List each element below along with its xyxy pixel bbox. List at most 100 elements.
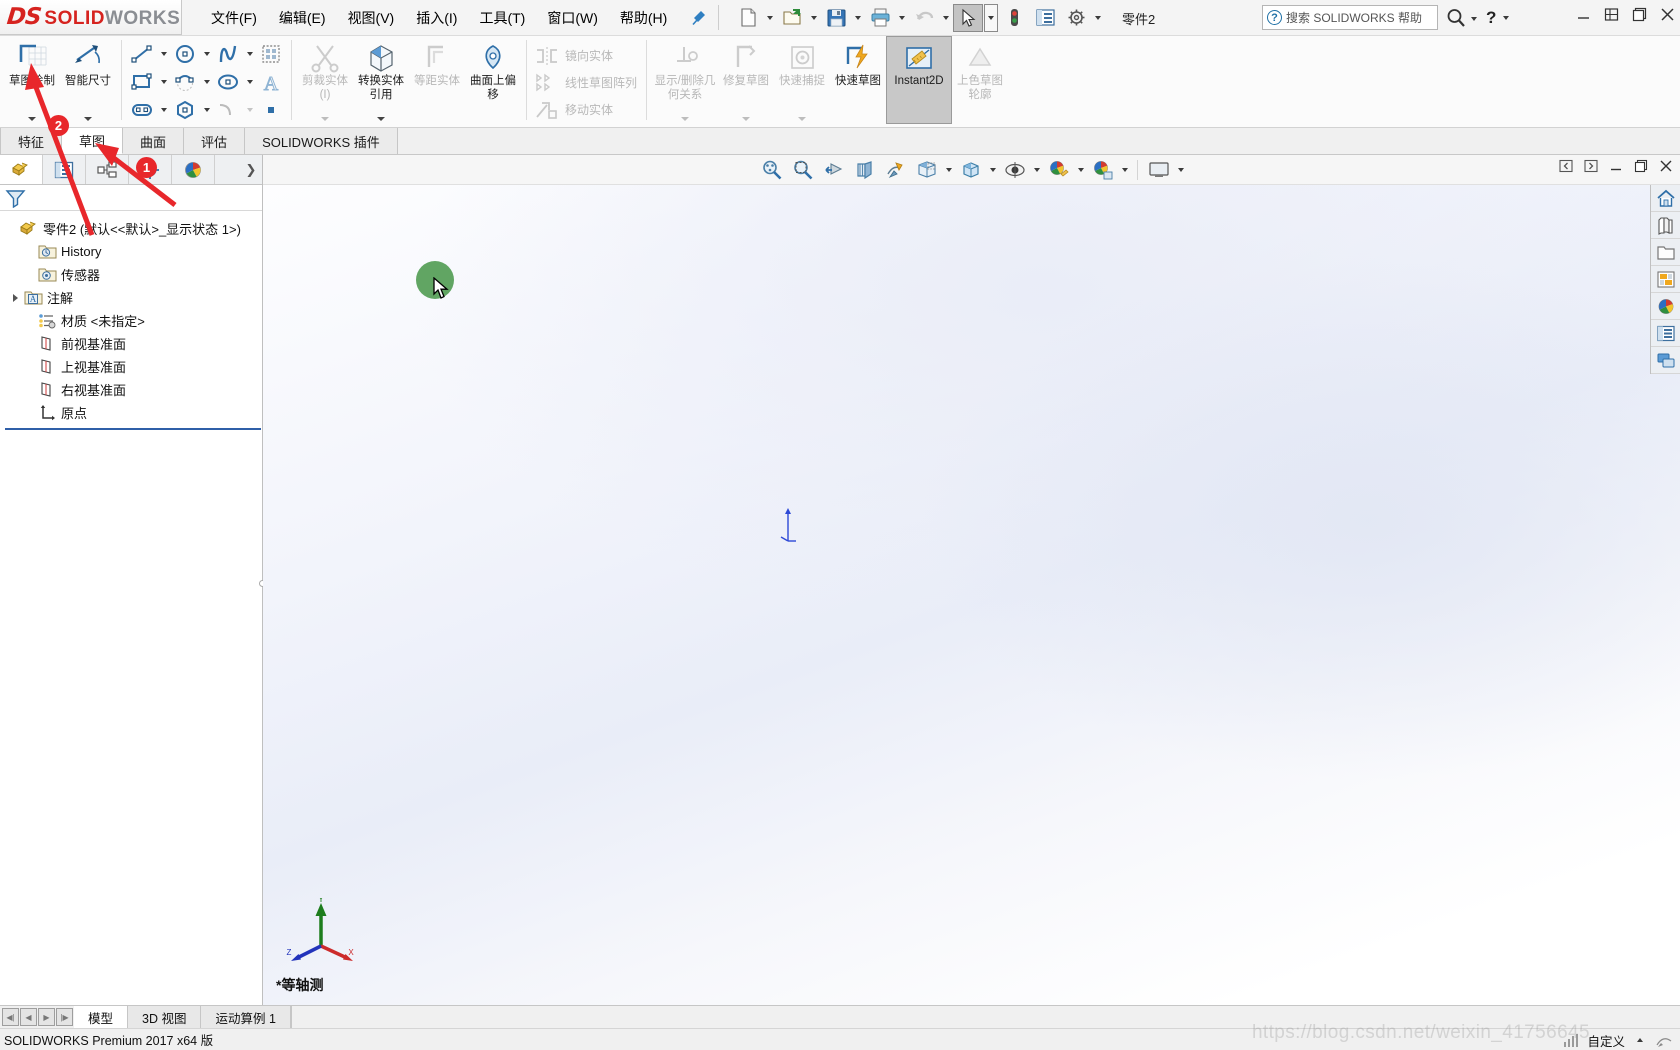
convert-entities-button[interactable]: 转换实体引用 <box>353 36 409 124</box>
restore-layout-button[interactable] <box>1603 6 1620 23</box>
zoom-to-area-button[interactable] <box>788 157 818 183</box>
solidworks-forum-button[interactable] <box>1651 347 1680 374</box>
feature-tree-filter[interactable] <box>0 185 262 211</box>
trim-entities-button[interactable]: 剪裁实体(I) <box>297 36 353 124</box>
search-dropdown[interactable] <box>1468 5 1480 33</box>
customize-caret-icon[interactable] <box>1634 1026 1646 1050</box>
open-document-button[interactable] <box>777 4 807 32</box>
settings-dropdown[interactable] <box>1092 4 1104 32</box>
menu-view[interactable]: 视图(V) <box>337 5 406 31</box>
save-button[interactable] <box>821 4 851 32</box>
configuration-manager-tab[interactable] <box>86 155 129 184</box>
text-button[interactable]: A <box>256 69 286 96</box>
tree-item-origin[interactable]: 原点 <box>4 401 262 424</box>
spline-button[interactable] <box>213 41 243 68</box>
help-icon[interactable]: ? <box>1482 8 1500 28</box>
pin-menu-button[interactable] <box>684 0 712 35</box>
collapse-right-button[interactable] <box>1583 158 1599 174</box>
slot-button[interactable] <box>127 97 157 124</box>
tab-sketch[interactable]: 草图 <box>62 128 124 154</box>
apply-scene-button[interactable] <box>1088 157 1118 183</box>
arc-dropdown[interactable] <box>200 69 213 96</box>
section-view-button[interactable] <box>850 157 880 183</box>
trim-entities-dropdown-caret[interactable] <box>321 117 329 121</box>
settings-button[interactable] <box>1061 4 1091 32</box>
graphics-minimize-button[interactable] <box>1608 158 1624 174</box>
rebuild-button[interactable] <box>999 4 1029 32</box>
print-button[interactable] <box>865 4 895 32</box>
next-tab-button[interactable]: ▶ <box>38 1008 55 1026</box>
rectangle-button[interactable] <box>127 69 157 96</box>
tree-rollback-bar[interactable] <box>5 428 261 430</box>
line-dropdown[interactable] <box>157 41 170 68</box>
quick-snaps-dropdown-caret[interactable] <box>798 117 807 121</box>
custom-properties-button[interactable] <box>1651 320 1680 347</box>
line-button[interactable] <box>127 41 157 68</box>
last-tab-button[interactable]: |▶ <box>56 1008 73 1026</box>
rectangle-dropdown[interactable] <box>157 69 170 96</box>
menu-help[interactable]: 帮助(H) <box>609 5 678 31</box>
feature-manager-more-tabs[interactable]: ❯ <box>240 155 262 184</box>
select-dropdown[interactable] <box>984 3 999 32</box>
menu-window[interactable]: 窗口(W) <box>536 5 609 31</box>
view-orientation-button[interactable] <box>881 157 911 183</box>
graphics-area[interactable]: Y X Z *等轴测 <box>263 155 1680 1005</box>
viewport-button[interactable] <box>1144 157 1174 183</box>
expand-arrow-icon[interactable] <box>8 294 22 302</box>
menu-tools[interactable]: 工具(T) <box>468 5 536 31</box>
view-settings-dropdown[interactable] <box>1031 156 1043 184</box>
maximize-button[interactable] <box>1631 6 1648 23</box>
edit-appearance-button[interactable] <box>1044 157 1074 183</box>
zoom-to-fit-button[interactable] <box>757 157 787 183</box>
fillet-dropdown[interactable] <box>243 97 256 124</box>
tab-evaluate[interactable]: 评估 <box>184 128 246 154</box>
doc-tab-motion-study[interactable]: 运动算例 1 <box>201 1006 291 1028</box>
smart-dimension-dropdown-caret[interactable] <box>84 117 92 121</box>
sketch-dropdown-caret[interactable] <box>28 117 36 121</box>
tab-solidworks-addins[interactable]: SOLIDWORKS 插件 <box>245 128 398 154</box>
hide-show-items-button[interactable] <box>956 157 986 183</box>
instant2d-button[interactable]: Instant2D <box>886 36 953 124</box>
quick-snaps-button[interactable]: 快速捕捉 <box>774 36 830 124</box>
display-style-button[interactable] <box>912 157 942 183</box>
undo-dropdown[interactable] <box>940 4 952 32</box>
rapid-sketch-button[interactable]: 快速草图 <box>830 36 886 124</box>
apply-scene-dropdown[interactable] <box>1119 156 1131 184</box>
previous-view-button[interactable] <box>819 157 849 183</box>
polygon-dropdown[interactable] <box>200 97 213 124</box>
convert-entities-dropdown-caret[interactable] <box>377 117 385 121</box>
repair-sketch-button[interactable]: 修复草图 <box>718 36 774 124</box>
minimize-button[interactable] <box>1575 6 1592 23</box>
spline-dropdown[interactable] <box>243 41 256 68</box>
viewport-dropdown[interactable] <box>1175 156 1187 184</box>
menu-file[interactable]: 文件(F) <box>200 5 268 31</box>
doc-tab-3dviews[interactable]: 3D 视图 <box>128 1006 202 1028</box>
save-dropdown[interactable] <box>852 4 864 32</box>
first-tab-button[interactable]: ◀| <box>2 1008 19 1026</box>
file-explorer-button[interactable] <box>1651 239 1680 266</box>
ellipse-button[interactable] <box>213 69 243 96</box>
fillet-button[interactable] <box>213 97 243 124</box>
open-document-dropdown[interactable] <box>808 4 820 32</box>
print-dropdown[interactable] <box>896 4 908 32</box>
tree-item-material[interactable]: 材质 <未指定> <box>4 309 262 332</box>
close-button[interactable] <box>1659 6 1676 23</box>
solidworks-resources-button[interactable] <box>1651 185 1680 212</box>
tree-item-annotations[interactable]: A 注解 <box>4 286 262 309</box>
offset-entities-button[interactable]: 等距实体 <box>409 36 465 124</box>
move-entities-button[interactable]: 移动实体 <box>532 96 641 123</box>
tree-item-top-plane[interactable]: 上视基准面 <box>4 355 262 378</box>
mirror-entities-button[interactable]: 镜向实体 <box>532 42 641 69</box>
menu-insert[interactable]: 插入(I) <box>405 5 468 31</box>
view-settings-button[interactable] <box>1000 157 1030 183</box>
new-document-button[interactable] <box>733 4 763 32</box>
tree-item-history[interactable]: History <box>4 240 262 263</box>
repair-sketch-dropdown-caret[interactable] <box>742 117 751 121</box>
tab-surfaces[interactable]: 曲面 <box>123 128 185 154</box>
tree-item-part[interactable]: 零件2 (默认<<默认>_显示状态 1>) <box>4 217 262 240</box>
appearances-scenes-button[interactable] <box>1651 293 1680 320</box>
prev-tab-button[interactable]: ◀ <box>20 1008 37 1026</box>
graphics-close-button[interactable] <box>1658 158 1674 174</box>
display-style-dropdown[interactable] <box>943 156 955 184</box>
help-dropdown[interactable] <box>1500 4 1512 32</box>
